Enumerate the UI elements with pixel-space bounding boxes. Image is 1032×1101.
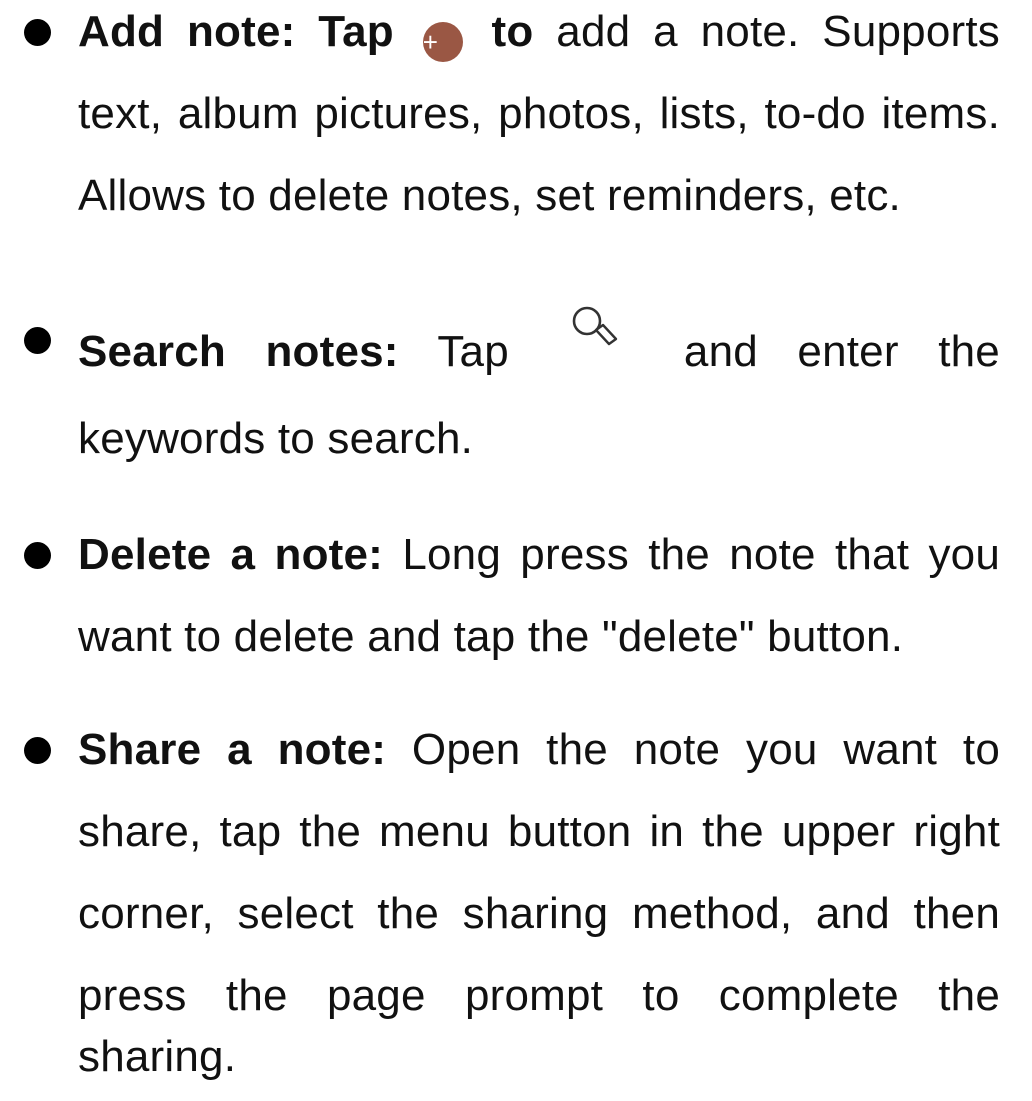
bullet-icon [24,542,51,569]
item-text: share, tap the menu button in the upper … [78,807,1000,856]
list-item-line: Search notes: Tap and enter the [78,299,1000,381]
list-item-line: corner, select the sharing method, and t… [78,873,1000,955]
list-item-line: want to delete and tap the "delete" butt… [78,596,1000,678]
bullet-icon [24,737,51,764]
list-item-line: Allows to delete notes, set reminders, e… [78,155,1000,237]
list-item-line: keywords to search. [78,398,1000,480]
list-item-line: Delete a note: Long press the note that … [78,514,1000,596]
item-text: corner, select the sharing method, and t… [78,889,1000,938]
item-text: Tap [437,327,509,376]
list-item-line: sharing. [78,1016,1000,1098]
list-item-line: text, album pictures, photos, lists, to-… [78,73,1000,155]
item-text: keywords to search. [78,414,474,463]
item-text: Allows to delete notes, set reminders, e… [78,171,901,220]
list-item-line: Add note: Tap + to add a note. Supports [78,0,1000,73]
item-text: Long press the note that you [402,530,1000,579]
item-label: Delete a note: [78,530,384,579]
list-item-line: Share a note: Open the note you want to [78,709,1000,791]
item-text: text, album pictures, photos, lists, to-… [78,89,1000,138]
item-label: Search notes: [78,327,399,376]
item-text: Open the note you want to [411,725,1000,774]
item-label-suffix: to [491,7,534,56]
search-icon [570,299,626,349]
list-item-line: share, tap the menu button in the upper … [78,791,1000,873]
add-circle-icon: + [422,22,463,62]
item-text: and enter the [683,327,1000,376]
item-label: Share a note: [78,725,387,774]
item-text: sharing. [78,1032,237,1081]
item-text: press the page prompt to complete the [78,971,1000,1020]
item-text: want to delete and tap the "delete" butt… [78,612,904,661]
item-label: Add note: Tap [78,7,394,56]
bullet-icon [24,327,51,354]
bullet-icon [24,19,51,46]
item-text: add a note. Supports [556,7,1000,56]
